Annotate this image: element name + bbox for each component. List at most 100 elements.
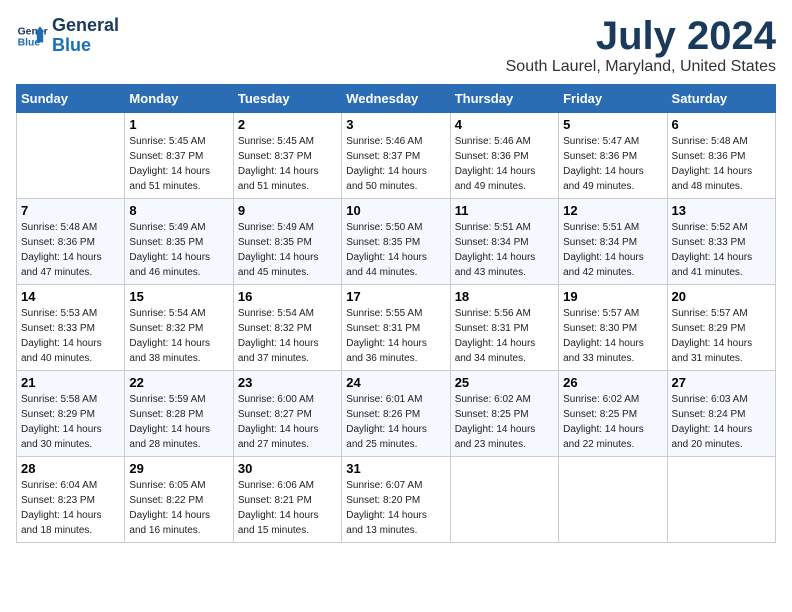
calendar-cell: 4Sunrise: 5:46 AM Sunset: 8:36 PM Daylig…	[450, 113, 558, 199]
day-info: Sunrise: 5:49 AM Sunset: 8:35 PM Dayligh…	[129, 220, 228, 280]
calendar-cell: 21 Sunrise: 5:58 AM Sunset: 8:29 PM Dayli…	[17, 371, 125, 457]
calendar-cell: 3 Sunrise: 5:46 AM Sunset: 8:37 PM Daylig…	[342, 113, 450, 199]
day-info: Sunrise: 5:49 AM Sunset: 8:35 PM Dayligh…	[238, 220, 337, 280]
calendar-cell: 26 Sunrise: 6:02 AM Sunset: 8:25 PM Dayli…	[559, 371, 667, 457]
calendar-cell: 23 Sunrise: 6:00 AM Sunset: 8:27 PM Dayli…	[233, 371, 341, 457]
day-number: 18	[455, 289, 554, 304]
calendar-header-row: SundayMondayTuesdayWednesdayThursdayFrid…	[17, 85, 776, 113]
day-number: 21	[21, 375, 120, 390]
day-number: 26	[563, 375, 662, 390]
day-info: Sunrise: 6:04 AM Sunset: 8:23 PM Dayligh…	[21, 478, 120, 538]
weekday-header: Friday	[559, 85, 667, 113]
calendar-cell: 22Sunrise: 5:59 AM Sunset: 8:28 PM Dayli…	[125, 371, 233, 457]
calendar-body: 1 Sunrise: 5:45 AM Sunset: 8:37 PM Daylig…	[17, 113, 776, 543]
day-number: 16	[238, 289, 337, 304]
day-info: Sunrise: 5:46 AM Sunset: 8:37 PM Dayligh…	[346, 134, 445, 194]
day-info: Sunrise: 5:51 AM Sunset: 8:34 PM Dayligh…	[455, 220, 554, 280]
day-info: Sunrise: 5:47 AM Sunset: 8:36 PM Dayligh…	[563, 134, 662, 194]
day-number: 11	[455, 203, 554, 218]
calendar-cell: 24 Sunrise: 6:01 AM Sunset: 8:26 PM Dayli…	[342, 371, 450, 457]
day-number: 1	[129, 117, 228, 132]
day-number: 15	[129, 289, 228, 304]
day-number: 13	[672, 203, 771, 218]
calendar-cell	[17, 113, 125, 199]
day-info: Sunrise: 5:50 AM Sunset: 8:35 PM Dayligh…	[346, 220, 445, 280]
day-info: Sunrise: 6:00 AM Sunset: 8:27 PM Dayligh…	[238, 392, 337, 452]
day-info: Sunrise: 5:48 AM Sunset: 8:36 PM Dayligh…	[21, 220, 120, 280]
day-number: 19	[563, 289, 662, 304]
calendar-week-row: 21 Sunrise: 5:58 AM Sunset: 8:29 PM Dayli…	[17, 371, 776, 457]
day-info: Sunrise: 6:07 AM Sunset: 8:20 PM Dayligh…	[346, 478, 445, 538]
day-number: 17	[346, 289, 445, 304]
day-number: 10	[346, 203, 445, 218]
day-info: Sunrise: 6:01 AM Sunset: 8:26 PM Dayligh…	[346, 392, 445, 452]
day-info: Sunrise: 6:06 AM Sunset: 8:21 PM Dayligh…	[238, 478, 337, 538]
calendar-cell	[450, 457, 558, 543]
day-number: 24	[346, 375, 445, 390]
weekday-header: Monday	[125, 85, 233, 113]
day-number: 27	[672, 375, 771, 390]
calendar-week-row: 14Sunrise: 5:53 AM Sunset: 8:33 PM Dayli…	[17, 285, 776, 371]
day-info: Sunrise: 6:03 AM Sunset: 8:24 PM Dayligh…	[672, 392, 771, 452]
calendar-cell	[667, 457, 775, 543]
calendar-cell: 1 Sunrise: 5:45 AM Sunset: 8:37 PM Daylig…	[125, 113, 233, 199]
calendar-cell: 17 Sunrise: 5:55 AM Sunset: 8:31 PM Dayli…	[342, 285, 450, 371]
calendar-cell: 31 Sunrise: 6:07 AM Sunset: 8:20 PM Dayli…	[342, 457, 450, 543]
calendar-cell: 20Sunrise: 5:57 AM Sunset: 8:29 PM Dayli…	[667, 285, 775, 371]
calendar-cell: 16 Sunrise: 5:54 AM Sunset: 8:32 PM Dayli…	[233, 285, 341, 371]
calendar-cell: 29 Sunrise: 6:05 AM Sunset: 8:22 PM Dayli…	[125, 457, 233, 543]
day-number: 30	[238, 461, 337, 476]
logo-text: General Blue	[52, 16, 119, 56]
calendar-week-row: 1 Sunrise: 5:45 AM Sunset: 8:37 PM Daylig…	[17, 113, 776, 199]
calendar-cell: 2Sunrise: 5:45 AM Sunset: 8:37 PM Daylig…	[233, 113, 341, 199]
day-info: Sunrise: 6:02 AM Sunset: 8:25 PM Dayligh…	[455, 392, 554, 452]
day-info: Sunrise: 6:02 AM Sunset: 8:25 PM Dayligh…	[563, 392, 662, 452]
calendar-cell: 19 Sunrise: 5:57 AM Sunset: 8:30 PM Dayli…	[559, 285, 667, 371]
calendar-cell: 14Sunrise: 5:53 AM Sunset: 8:33 PM Dayli…	[17, 285, 125, 371]
day-number: 29	[129, 461, 228, 476]
day-number: 31	[346, 461, 445, 476]
day-info: Sunrise: 5:55 AM Sunset: 8:31 PM Dayligh…	[346, 306, 445, 366]
day-info: Sunrise: 5:53 AM Sunset: 8:33 PM Dayligh…	[21, 306, 120, 366]
day-number: 9	[238, 203, 337, 218]
day-info: Sunrise: 5:48 AM Sunset: 8:36 PM Dayligh…	[672, 134, 771, 194]
calendar-week-row: 7 Sunrise: 5:48 AM Sunset: 8:36 PM Daylig…	[17, 199, 776, 285]
day-info: Sunrise: 6:05 AM Sunset: 8:22 PM Dayligh…	[129, 478, 228, 538]
calendar-cell: 18 Sunrise: 5:56 AM Sunset: 8:31 PM Dayli…	[450, 285, 558, 371]
day-info: Sunrise: 5:59 AM Sunset: 8:28 PM Dayligh…	[129, 392, 228, 452]
day-info: Sunrise: 5:54 AM Sunset: 8:32 PM Dayligh…	[129, 306, 228, 366]
calendar-week-row: 28Sunrise: 6:04 AM Sunset: 8:23 PM Dayli…	[17, 457, 776, 543]
day-number: 25	[455, 375, 554, 390]
location-title: South Laurel, Maryland, United States	[506, 58, 776, 76]
calendar-cell: 15 Sunrise: 5:54 AM Sunset: 8:32 PM Dayli…	[125, 285, 233, 371]
day-info: Sunrise: 5:57 AM Sunset: 8:29 PM Dayligh…	[672, 306, 771, 366]
calendar-cell: 30 Sunrise: 6:06 AM Sunset: 8:21 PM Dayli…	[233, 457, 341, 543]
logo: General Blue General Blue	[16, 16, 119, 56]
calendar-cell: 6Sunrise: 5:48 AM Sunset: 8:36 PM Daylig…	[667, 113, 775, 199]
calendar-cell: 12 Sunrise: 5:51 AM Sunset: 8:34 PM Dayli…	[559, 199, 667, 285]
weekday-header: Tuesday	[233, 85, 341, 113]
day-number: 8	[129, 203, 228, 218]
calendar-cell: 25 Sunrise: 6:02 AM Sunset: 8:25 PM Dayli…	[450, 371, 558, 457]
day-info: Sunrise: 5:45 AM Sunset: 8:37 PM Dayligh…	[129, 134, 228, 194]
calendar-cell: 13 Sunrise: 5:52 AM Sunset: 8:33 PM Dayli…	[667, 199, 775, 285]
day-info: Sunrise: 5:46 AM Sunset: 8:36 PM Dayligh…	[455, 134, 554, 194]
day-number: 12	[563, 203, 662, 218]
day-number: 3	[346, 117, 445, 132]
day-info: Sunrise: 5:56 AM Sunset: 8:31 PM Dayligh…	[455, 306, 554, 366]
calendar-cell: 28Sunrise: 6:04 AM Sunset: 8:23 PM Dayli…	[17, 457, 125, 543]
day-info: Sunrise: 5:54 AM Sunset: 8:32 PM Dayligh…	[238, 306, 337, 366]
day-number: 23	[238, 375, 337, 390]
weekday-header: Wednesday	[342, 85, 450, 113]
day-info: Sunrise: 5:51 AM Sunset: 8:34 PM Dayligh…	[563, 220, 662, 280]
calendar-cell: 27 Sunrise: 6:03 AM Sunset: 8:24 PM Dayli…	[667, 371, 775, 457]
day-info: Sunrise: 5:58 AM Sunset: 8:29 PM Dayligh…	[21, 392, 120, 452]
title-block: July 2024 South Laurel, Maryland, United…	[506, 16, 776, 76]
day-number: 7	[21, 203, 120, 218]
month-title: July 2024	[506, 16, 776, 56]
weekday-header: Thursday	[450, 85, 558, 113]
calendar-cell: 9 Sunrise: 5:49 AM Sunset: 8:35 PM Daylig…	[233, 199, 341, 285]
day-info: Sunrise: 5:45 AM Sunset: 8:37 PM Dayligh…	[238, 134, 337, 194]
day-info: Sunrise: 5:57 AM Sunset: 8:30 PM Dayligh…	[563, 306, 662, 366]
day-info: Sunrise: 5:52 AM Sunset: 8:33 PM Dayligh…	[672, 220, 771, 280]
